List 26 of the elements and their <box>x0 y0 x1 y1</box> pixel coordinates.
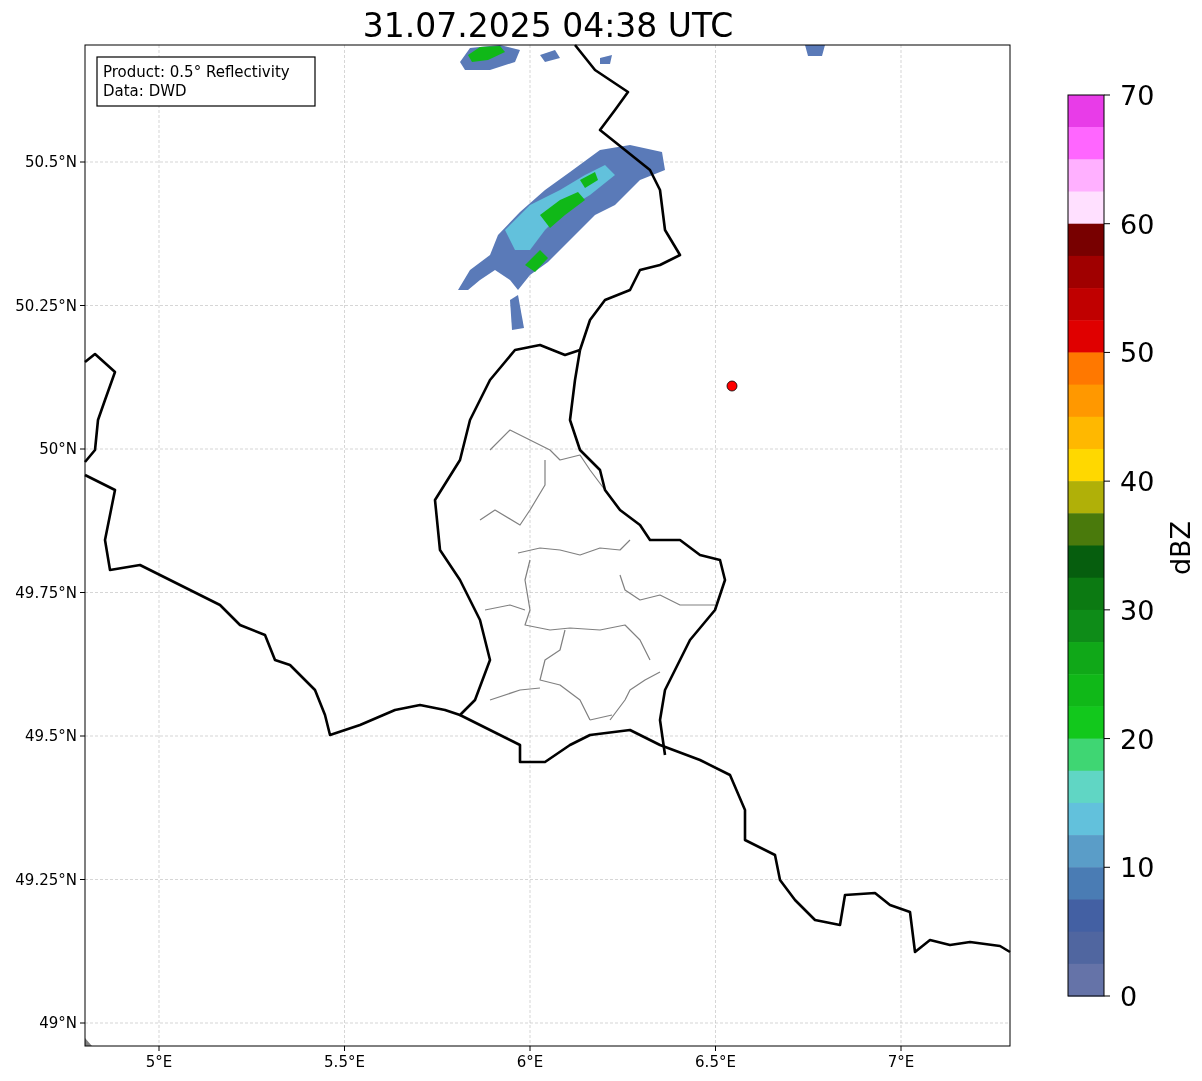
axis-tick-label: 5.5°E <box>324 1053 365 1071</box>
info-text: Data: DWD <box>103 82 187 100</box>
axis-tick-label: 49.75°N <box>15 583 77 602</box>
colorbar-label: dBZ <box>1165 520 1196 576</box>
axis-tick-label: 6°E <box>516 1053 544 1071</box>
axis-tick-label: 50°N <box>39 440 77 458</box>
axis-tick-label: 49.25°N <box>15 870 77 889</box>
colorbar-tick-label: 30 <box>1120 594 1155 626</box>
axis-tick-label: 5°E <box>145 1053 173 1071</box>
colorbar-tick-label: 50 <box>1120 337 1155 369</box>
colorbar-tick-label: 40 <box>1120 466 1155 498</box>
axis-tick-label: 49°N <box>39 1014 77 1032</box>
axis-tick-label: 50.5°N <box>24 153 77 171</box>
colorbar-tick-label: 20 <box>1120 723 1155 755</box>
chart-title: 31.07.2025 04:38 UTC <box>362 6 734 45</box>
axis-tick-label: 49.5°N <box>24 727 77 745</box>
colorbar-tick-label: 10 <box>1120 852 1155 884</box>
colorbar-tick-label: 0 <box>1120 981 1138 1012</box>
axis-tick-label: 6.5°E <box>695 1053 736 1071</box>
colorbar-tick-label: 60 <box>1120 208 1155 240</box>
colorbar-tick-label: 70 <box>1120 80 1155 111</box>
axis-tick-label: 50.25°N <box>15 296 77 315</box>
land-corner-drawing <box>85 1038 92 1046</box>
axis-tick-label: 7°E <box>887 1053 915 1071</box>
info-text: Product: 0.5° Reflectivity <box>103 63 290 81</box>
radar-site-marker <box>726 380 738 392</box>
